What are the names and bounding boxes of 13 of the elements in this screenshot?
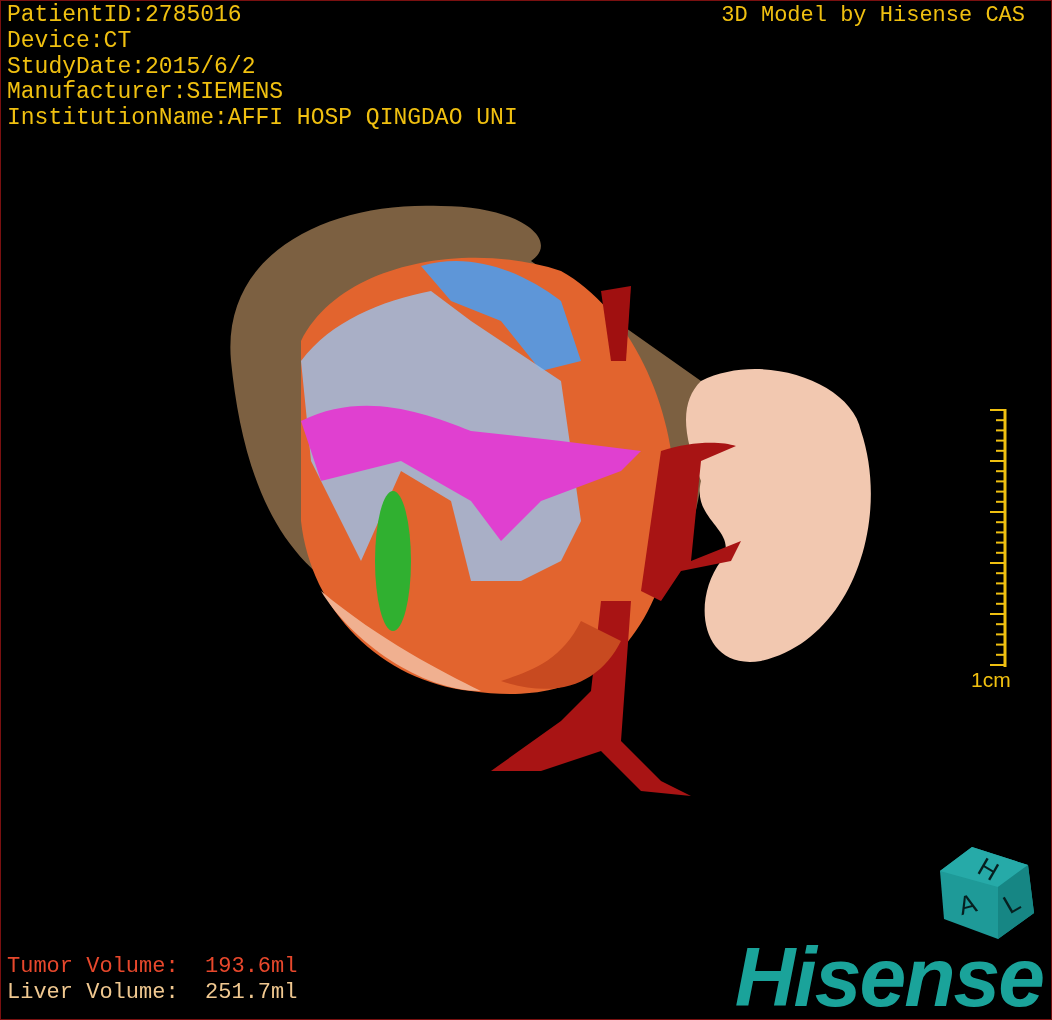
info-text: Device:CT: [7, 28, 133, 55]
viewer-title: 3D Model by Hisense CAS: [721, 3, 1025, 29]
info-text: PatientID:2785016: [7, 3, 243, 29]
cube-letter: L: [997, 886, 1026, 920]
volume-text: Tumor Volume: 193.6ml: [7, 954, 298, 980]
cube-letter: H: [972, 851, 1005, 887]
info-text: StudyDate:2015/6/2: [7, 54, 257, 80]
volume-text: Liver Volume: 251.7ml: [7, 980, 298, 1006]
cube-letter: A: [955, 887, 980, 922]
logo: Hisense: [734, 935, 1043, 1019]
info-text: Manufacturer:SIEMENS: [7, 80, 285, 106]
scale-label: 1cm: [971, 669, 1011, 691]
info-text: InstitutionName:AFFI HOSP QINGDAO UNI: [7, 106, 518, 132]
